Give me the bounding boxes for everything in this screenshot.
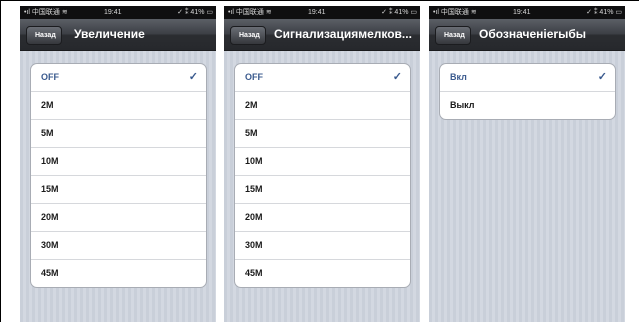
carrier-signal: •ıl 中国联通 ≋ [228,9,272,16]
list-item-label: 10M [245,156,263,166]
list-item-label: 30M [245,240,263,250]
phone-screen-fish-alarm: •ıl 中国联通 ≋ 19:41 ✓ ⁑ 41% ▭ Назад Сигнали… [224,6,420,322]
list-item[interactable]: 5M [31,119,206,147]
list-item[interactable]: 45M [235,259,410,287]
status-bar: •ıl 中国联通 ≋ 19:41 ✓ ⁑ 41% ▭ [20,6,216,19]
navigation-bar: Назад Увеличение [20,19,216,51]
list-item-label: OFF [41,72,59,82]
list-item[interactable]: 30M [235,231,410,259]
phone-screen-fish-symbol: •ıl 中国联通 ≋ 19:41 ✓ ⁑ 41% ▭ Назад Обознач… [429,6,625,322]
frame-border-top [0,0,639,1]
list-item[interactable]: Вкл ✓ [440,64,615,91]
list-item[interactable]: 30M [31,231,206,259]
list-item[interactable]: 2M [31,91,206,119]
page-title: Обозначенierыбы [479,27,586,41]
options-list: OFF ✓ 2M 5M 10M 15M 20M 30M 45M [234,63,411,288]
list-item-label: 45M [245,268,263,278]
status-time: 19:41 [104,9,122,16]
battery-indicator: ✓ ⁑ 41% ▭ [177,9,213,16]
status-bar: •ıl 中国联通 ≋ 19:41 ✓ ⁑ 41% ▭ [224,6,420,19]
list-item-label: 10M [41,156,59,166]
list-item-label: Выкл [450,100,475,110]
checkmark-icon: ✓ [188,71,198,83]
list-item-label: 2M [245,100,258,110]
list-item-label: Вкл [450,72,467,82]
status-bar: •ıl 中国联通 ≋ 19:41 ✓ ⁑ 41% ▭ [429,6,625,19]
battery-indicator: ✓ ⁑ 41% ▭ [381,9,417,16]
carrier-signal: •ıl 中国联通 ≋ [433,9,477,16]
options-list: OFF ✓ 2M 5M 10M 15M 20M 30M 45M [30,63,207,288]
list-item-label: 15M [245,184,263,194]
list-item[interactable]: 2M [235,91,410,119]
back-button[interactable]: Назад [26,26,62,45]
checkmark-icon: ✓ [392,71,402,83]
list-item-label: 15M [41,184,59,194]
options-list: Вкл ✓ Выкл [439,63,616,120]
list-item-label: 5M [41,128,54,138]
list-item[interactable]: 20M [235,203,410,231]
list-item[interactable]: 10M [31,147,206,175]
list-item-label: 5M [245,128,258,138]
list-item[interactable]: OFF ✓ [31,64,206,91]
list-item-label: 20M [245,212,263,222]
battery-indicator: ✓ ⁑ 41% ▭ [586,9,622,16]
status-time: 19:41 [308,9,326,16]
navigation-bar: Назад Сигнализациямелков... [224,19,420,51]
list-item-label: 30M [41,240,59,250]
list-item-label: 45M [41,268,59,278]
frame-border-left [0,0,1,322]
back-button[interactable]: Назад [230,26,266,45]
carrier-signal: •ıl 中国联通 ≋ [24,9,68,16]
checkmark-icon: ✓ [597,71,607,83]
list-item[interactable]: OFF ✓ [235,64,410,91]
back-button[interactable]: Назад [435,26,471,45]
list-item[interactable]: Выкл [440,91,615,119]
list-item-label: 20M [41,212,59,222]
navigation-bar: Назад Обозначенierыбы [429,19,625,51]
status-time: 19:41 [513,9,531,16]
list-item-label: OFF [245,72,263,82]
list-item[interactable]: 20M [31,203,206,231]
page-title: Увеличение [74,27,145,41]
list-item[interactable]: 45M [31,259,206,287]
list-item[interactable]: 5M [235,119,410,147]
list-item[interactable]: 10M [235,147,410,175]
list-item[interactable]: 15M [31,175,206,203]
list-item-label: 2M [41,100,54,110]
list-item[interactable]: 15M [235,175,410,203]
phone-screen-zoom: •ıl 中国联通 ≋ 19:41 ✓ ⁑ 41% ▭ Назад Увеличе… [20,6,216,322]
page-title: Сигнализациямелков... [274,27,412,41]
